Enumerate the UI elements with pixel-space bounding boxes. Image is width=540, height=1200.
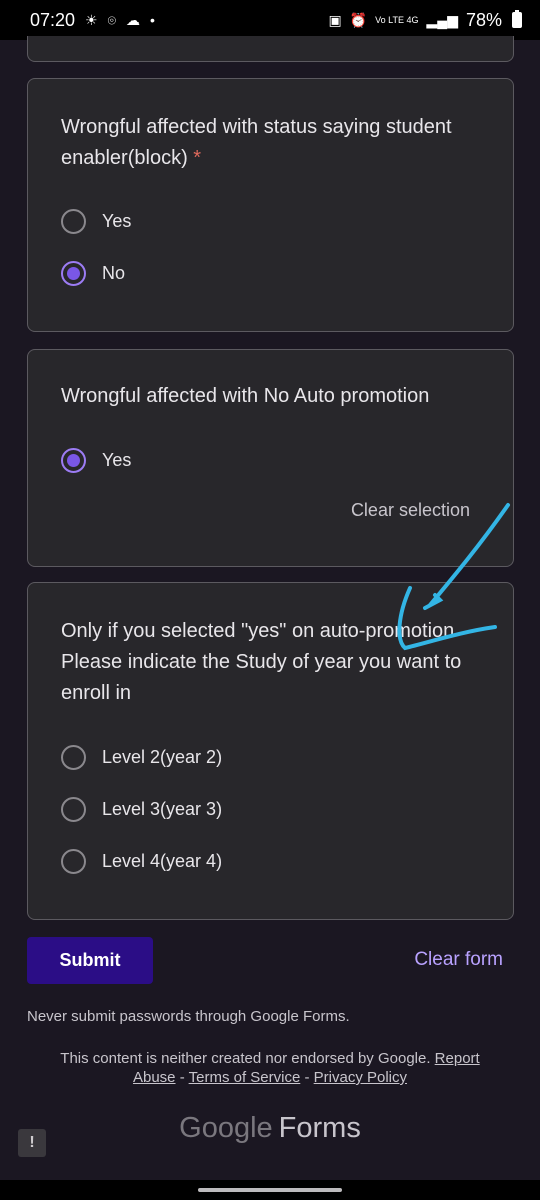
navigation-bar [0,1180,540,1200]
home-gesture-handle[interactable] [198,1188,342,1192]
handwritten-arrow-annotation [397,503,510,651]
